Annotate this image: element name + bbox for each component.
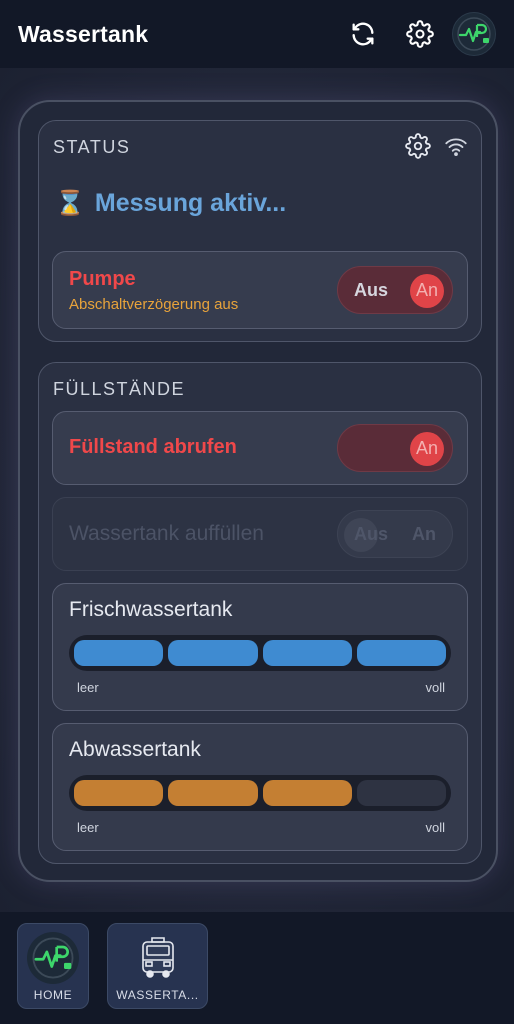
toggle-on-label: An	[412, 524, 436, 544]
level-segment	[356, 780, 446, 806]
wifi-icon	[445, 138, 467, 157]
fetch-level-label: Füllstand abrufen	[69, 436, 237, 458]
measurement-text: Messung aktiv...	[94, 189, 287, 217]
fresh-min-label: leer	[77, 680, 99, 695]
waste-water-tank: Abwassertank leer voll	[52, 723, 468, 851]
status-section: STATUS ⌛ Messung aktiv... Pumpe Abschalt…	[38, 120, 482, 342]
fetch-level-row: Füllstand abrufen An	[52, 411, 468, 485]
fresh-level-bar	[69, 635, 451, 671]
avatar[interactable]	[452, 12, 496, 56]
waste-level-bar	[69, 775, 451, 811]
bottom-nav: HOME WASSERTA...	[0, 912, 514, 1024]
level-segment	[262, 640, 352, 666]
refill-tank-label: Wassertank auffüllen	[69, 522, 264, 545]
nav-home[interactable]: HOME	[17, 923, 89, 1009]
refresh-icon	[352, 22, 374, 46]
main-card: STATUS ⌛ Messung aktiv... Pumpe Abschalt…	[18, 100, 498, 882]
fill-levels-section: FÜLLSTÄNDE Füllstand abrufen An Wasserta…	[38, 362, 482, 864]
level-segment	[74, 780, 164, 806]
gear-icon[interactable]	[405, 133, 431, 159]
nav-wassertank-label: WASSERTA...	[116, 988, 199, 1002]
level-segment	[74, 640, 164, 666]
content-area: STATUS ⌛ Messung aktiv... Pumpe Abschalt…	[0, 68, 514, 912]
level-segment	[262, 780, 352, 806]
pump-sublabel: Abschaltverzögerung aus	[69, 296, 239, 313]
toggle-on-label: An	[415, 280, 438, 300]
level-segment	[168, 640, 258, 666]
measurement-status: ⌛ Messung aktiv...	[55, 189, 286, 218]
fresh-tank-title: Frischwassertank	[69, 598, 233, 621]
pump-row: Pumpe Abschaltverzögerung aus Aus An	[52, 251, 468, 329]
toggle-off-label: Aus	[354, 280, 389, 300]
toggle-off-label: Aus	[354, 524, 389, 544]
nav-home-label: HOME	[33, 988, 73, 1002]
nav-wassertank[interactable]: WASSERTA...	[107, 923, 208, 1009]
app-bar: Wassertank	[0, 0, 514, 68]
fresh-water-tank: Frischwassertank leer voll	[52, 583, 468, 711]
pump-toggle[interactable]: Aus An	[337, 266, 453, 314]
refresh-button[interactable]	[343, 14, 383, 54]
toggle-on-label: An	[415, 438, 438, 458]
fetch-level-toggle[interactable]: An	[337, 424, 453, 472]
camper-icon	[132, 932, 184, 984]
waste-max-label: voll	[425, 820, 445, 835]
fill-levels-title: FÜLLSTÄNDE	[53, 379, 186, 399]
logo-icon	[457, 17, 491, 51]
waste-tank-title: Abwassertank	[69, 738, 201, 761]
level-segment	[168, 780, 258, 806]
fresh-max-label: voll	[425, 680, 445, 695]
level-segment	[356, 640, 446, 666]
status-title: STATUS	[53, 137, 131, 157]
settings-button[interactable]	[400, 14, 440, 54]
hourglass-icon: ⌛	[55, 190, 85, 217]
gear-icon	[406, 20, 434, 48]
refill-tank-row: Wassertank auffüllen Aus An	[52, 497, 468, 571]
page-title: Wassertank	[18, 20, 149, 47]
waste-min-label: leer	[77, 820, 99, 835]
refill-tank-toggle: Aus An	[337, 510, 453, 558]
logo-icon	[27, 932, 79, 984]
pump-label: Pumpe	[69, 268, 136, 290]
